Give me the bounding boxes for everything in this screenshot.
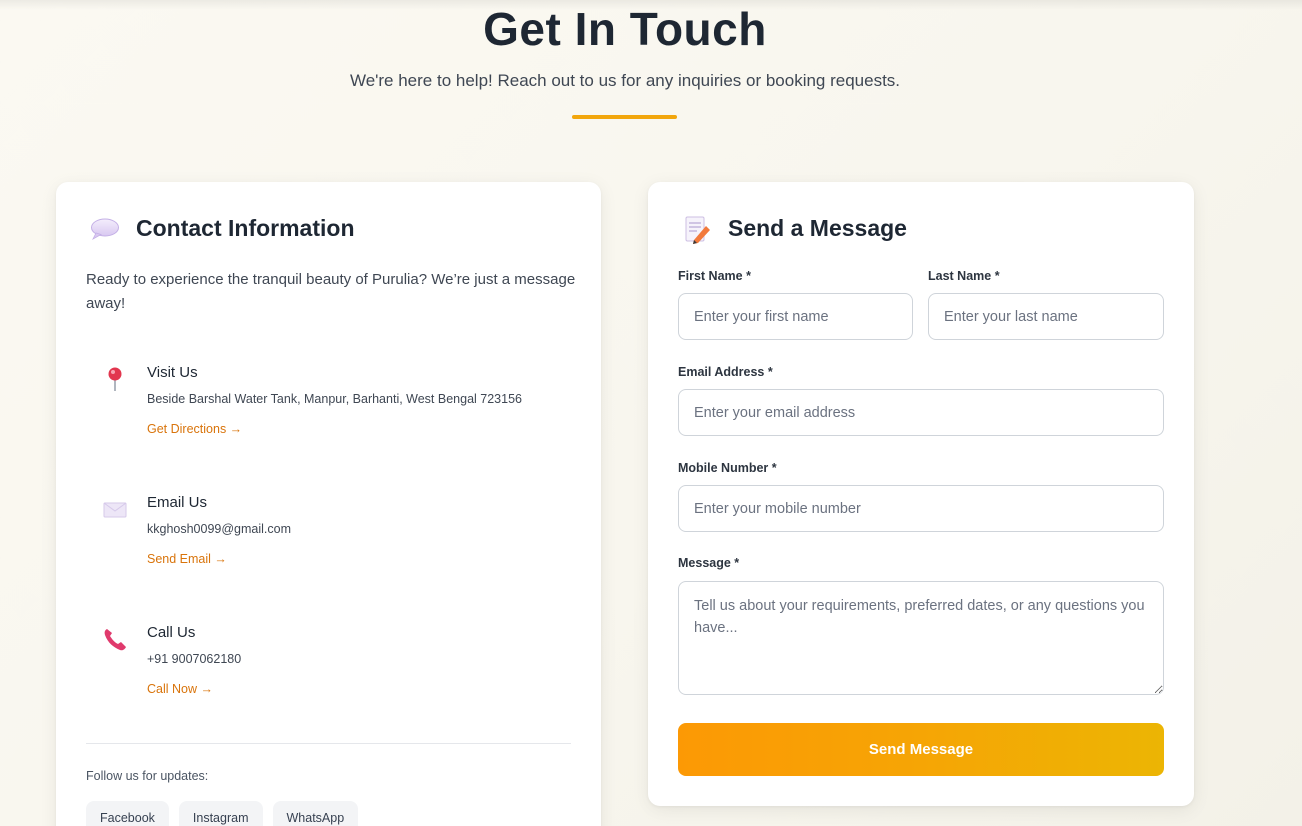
contact-item-visit: Visit Us Beside Barshal Water Tank, Manp…	[86, 364, 576, 454]
envelope-icon	[103, 502, 127, 518]
memo-icon	[685, 216, 710, 244]
send-message-heading: Send a Message	[728, 215, 907, 241]
email-address-text: kkghosh0099@gmail.com	[147, 522, 292, 536]
email-input[interactable]	[678, 389, 1164, 436]
speech-bubble-icon	[91, 218, 119, 240]
first-name-label: First Name *	[678, 269, 751, 283]
email-us-title: Email Us	[147, 494, 208, 511]
page-subtitle: We're here to help! Reach out to us for …	[349, 71, 901, 90]
round-pushpin-icon	[108, 367, 122, 391]
contact-intro-text: Ready to experience the tranquil beauty …	[86, 271, 576, 312]
call-now-link[interactable]: Call Now →	[147, 682, 213, 696]
mobile-input[interactable]	[678, 485, 1164, 532]
get-directions-link[interactable]: Get Directions →	[147, 422, 242, 436]
follow-label: Follow us for updates:	[86, 769, 209, 783]
mobile-label: Mobile Number *	[678, 461, 777, 475]
contact-info-card: Contact Information Ready to experience …	[56, 182, 601, 826]
social-links: Facebook Instagram WhatsApp	[86, 801, 359, 826]
call-us-title: Call Us	[147, 624, 196, 641]
last-name-input[interactable]	[928, 293, 1164, 340]
phone-number-text: +91 9007062180	[147, 652, 242, 666]
facebook-button[interactable]: Facebook	[86, 801, 169, 826]
contact-item-email: Email Us kkghosh0099@gmail.com Send Emai…	[86, 494, 576, 584]
send-email-link[interactable]: Send Email →	[147, 552, 227, 566]
contact-item-call: Call Us +91 9007062180 Call Now →	[86, 624, 576, 714]
last-name-label: Last Name *	[928, 269, 1000, 283]
divider	[86, 743, 571, 744]
contact-info-heading: Contact Information	[136, 215, 355, 241]
message-form-card: Send a Message First Name * Last Name * …	[648, 182, 1194, 806]
instagram-button[interactable]: Instagram	[178, 801, 263, 826]
whatsapp-button[interactable]: WhatsApp	[272, 801, 359, 826]
telephone-receiver-icon	[104, 629, 126, 651]
visit-us-address: Beside Barshal Water Tank, Manpur, Barha…	[147, 392, 522, 406]
title-underline	[572, 115, 677, 119]
email-label: Email Address *	[678, 365, 773, 379]
first-name-input[interactable]	[678, 293, 913, 340]
message-textarea[interactable]	[678, 581, 1164, 695]
page-title: Get In Touch	[483, 3, 767, 55]
send-message-button[interactable]: Send Message	[678, 723, 1164, 776]
message-label: Message *	[678, 556, 740, 570]
visit-us-title: Visit Us	[147, 364, 198, 381]
